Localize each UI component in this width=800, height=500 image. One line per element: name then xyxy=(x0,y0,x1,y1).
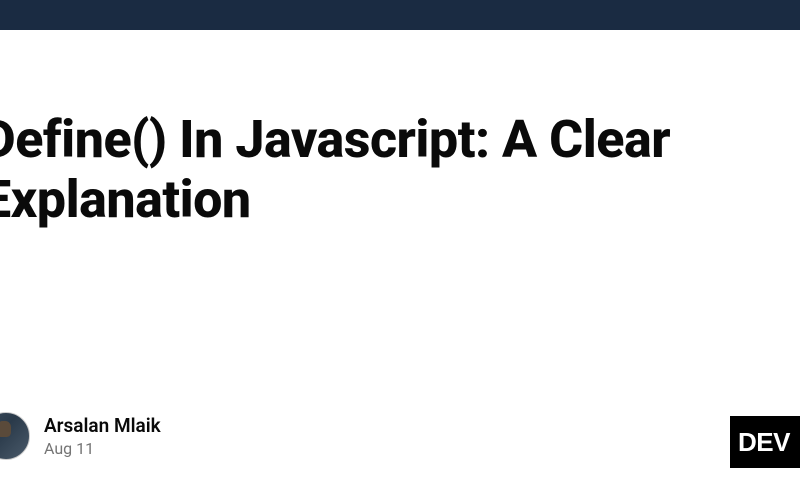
author-name[interactable]: Arsalan Mlaik xyxy=(44,414,161,437)
post-date: Aug 11 xyxy=(44,439,161,458)
author-avatar[interactable] xyxy=(0,412,30,460)
top-header-bar xyxy=(0,0,800,30)
article-title: Define() In Javascript: A Clear Explanat… xyxy=(0,110,800,230)
author-section: Arsalan Mlaik Aug 11 xyxy=(0,412,161,460)
dev-brand-label: DEV xyxy=(738,427,790,458)
author-info: Arsalan Mlaik Aug 11 xyxy=(44,414,161,458)
dev-brand-badge[interactable]: DEV xyxy=(730,416,800,468)
article-content: Define() In Javascript: A Clear Explanat… xyxy=(0,30,800,230)
